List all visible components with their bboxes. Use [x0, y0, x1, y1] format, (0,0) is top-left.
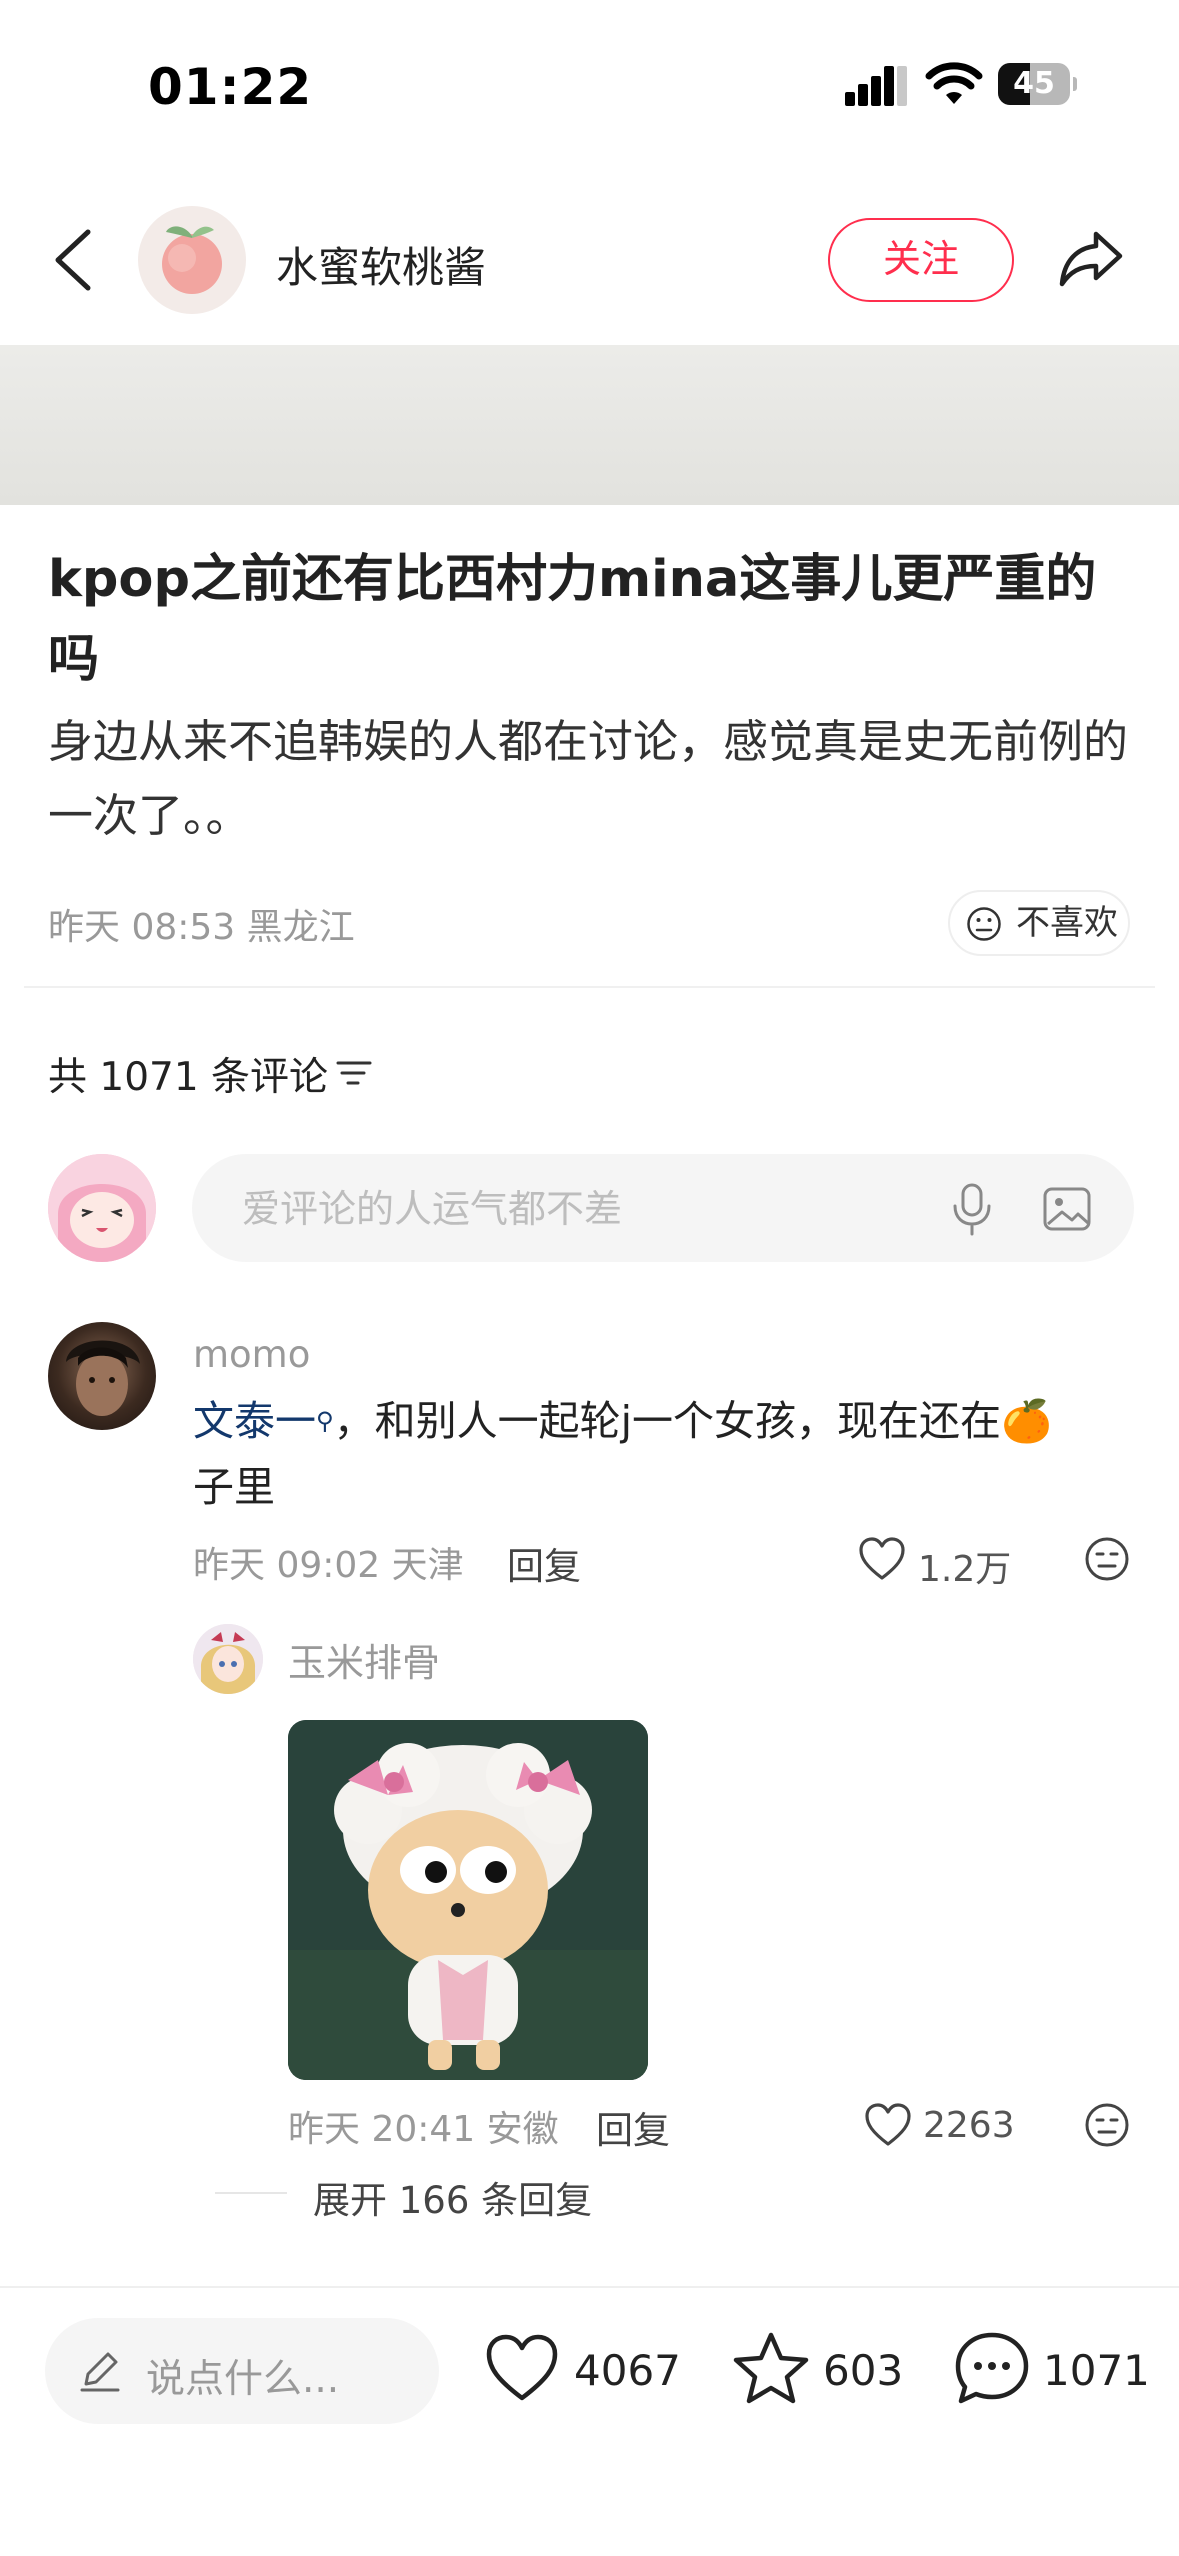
back-icon[interactable] — [50, 228, 96, 292]
expand-replies-button[interactable]: 展开 166 条回复 — [313, 2170, 592, 2224]
comment-count: 共 1071 条评论 — [48, 1055, 329, 1100]
post-body: 身边从来不追韩娱的人都在讨论，感觉真是史无前例的一次了。。 — [48, 715, 1129, 842]
microphone-icon[interactable] — [947, 1182, 997, 1236]
like-heart-icon[interactable] — [484, 2332, 560, 2404]
like-count: 1.2万 — [918, 1549, 1012, 1590]
reply-to-reply-button[interactable]: 回复 — [596, 2100, 670, 2154]
star-icon[interactable] — [732, 2330, 810, 2406]
comment-bubble-icon[interactable] — [953, 2330, 1031, 2406]
mention-link[interactable]: 文泰一 — [193, 1397, 316, 1445]
dislike-face-icon[interactable] — [1084, 1536, 1130, 1582]
status-time: 01:22 — [148, 58, 313, 116]
search-icon: ⚲ — [316, 1407, 334, 1435]
replier-name[interactable]: 玉米排骨 — [288, 1632, 440, 1687]
share-icon[interactable] — [1056, 222, 1126, 292]
wifi-icon — [925, 62, 983, 104]
comment-text-tail: 子里 — [193, 1463, 275, 1511]
peach-icon — [162, 226, 222, 294]
heart-icon[interactable] — [864, 2102, 912, 2148]
comment-text-main: ，和别人一起轮j一个女孩，现在还在 — [333, 1397, 1001, 1445]
sort-icon[interactable] — [334, 1055, 374, 1091]
my-avatar — [48, 1154, 156, 1262]
post-meta: 昨天 08:53 黑龙江 — [48, 907, 355, 948]
sticker-image[interactable] — [288, 1720, 648, 2080]
dislike-face-icon[interactable] — [1084, 2102, 1130, 2148]
post-image-strip[interactable] — [0, 345, 1179, 505]
post-title: kpop之前还有比西村力mina这事儿更严重的吗 — [48, 550, 1097, 689]
portrait-photo-icon — [66, 1340, 140, 1416]
neutral-face-icon — [967, 907, 1001, 941]
author-name[interactable]: 水蜜软桃酱 — [276, 234, 486, 295]
anime-character-avatar-icon — [193, 1624, 263, 1694]
battery-level: 45 — [1013, 66, 1055, 101]
comment-input[interactable] — [240, 1154, 804, 1264]
reply-button[interactable]: 回复 — [507, 1536, 581, 1590]
post-like-count: 4067 — [574, 2346, 681, 2395]
anime-girl-avatar-icon — [48, 1154, 156, 1262]
image-icon[interactable] — [1042, 1186, 1092, 1232]
collect-count: 603 — [823, 2346, 904, 2395]
comment-text: 文泰一⚲，和别人一起轮j一个女孩，现在还在🍊 子里 — [193, 1388, 1123, 1520]
commenter-name[interactable]: momo — [193, 1333, 310, 1376]
reply-like-count: 2263 — [923, 2105, 1015, 2146]
pencil-icon — [80, 2352, 120, 2392]
commenter-avatar[interactable] — [48, 1322, 156, 1430]
orange-emoji: 🍊 — [1000, 1397, 1053, 1445]
divider — [24, 986, 1155, 988]
bottom-bar-divider — [0, 2286, 1179, 2288]
expand-divider — [215, 2192, 287, 2194]
dislike-label: 不喜欢 — [1016, 903, 1118, 943]
author-avatar[interactable] — [138, 206, 246, 314]
cellular-signal-icon — [845, 66, 907, 106]
reply-meta: 昨天 20:41 安徽 — [288, 2109, 559, 2150]
replier-avatar[interactable] — [193, 1624, 263, 1694]
heart-icon[interactable] — [858, 1536, 906, 1582]
comment-total: 1071 — [1043, 2346, 1150, 2395]
comment-meta: 昨天 09:02 天津 — [193, 1545, 464, 1586]
follow-button[interactable]: 关注 — [828, 218, 1014, 302]
battery-icon: 45 — [998, 63, 1077, 105]
cartoon-sheep-sticker-icon — [288, 1720, 648, 2080]
say-something-placeholder[interactable]: 说点什么... — [146, 2348, 339, 2404]
